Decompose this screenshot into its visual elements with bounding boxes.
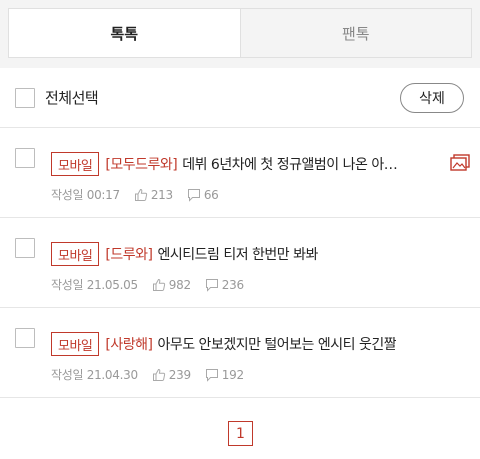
mobile-badge: 모바일 — [51, 242, 100, 266]
post-checkbox[interactable] — [15, 238, 35, 258]
like-count: 213 — [150, 187, 173, 202]
image-icon — [450, 154, 470, 171]
post-date: 작성일 00:17 — [51, 188, 120, 202]
comment-icon — [205, 278, 218, 292]
tab-fantok[interactable]: 팬톡 — [239, 9, 471, 57]
list-item: 모바일 [모두드루와] 데뷔 6년차에 첫 정규앨범이 나온 아… 작성일 00… — [0, 128, 480, 218]
mobile-badge: 모바일 — [51, 332, 100, 356]
page-number-current[interactable]: 1 — [228, 421, 253, 446]
list-item: 모바일 [사랑해] 아무도 안보겠지만 털어보는 엔시티 웃긴짤 작성일 21.… — [0, 308, 480, 398]
post-category: [사랑해] — [105, 337, 153, 353]
thumbs-up-icon — [134, 188, 147, 201]
post-title-link[interactable]: 모바일 [사랑해] 아무도 안보겠지만 털어보는 엔시티 웃긴짤 — [51, 331, 396, 357]
post-checkbox[interactable] — [15, 148, 35, 168]
post-date: 작성일 21.04.30 — [51, 368, 138, 382]
post-meta: 작성일 21.05.05 982 236 — [51, 276, 244, 293]
mobile-badge: 모바일 — [51, 152, 100, 176]
post-checkbox[interactable] — [15, 328, 35, 348]
post-title: 엔시티드림 티저 한번만 봐봐 — [157, 247, 318, 263]
post-title-link[interactable]: 모바일 [드루와] 엔시티드림 티저 한번만 봐봐 — [51, 241, 318, 267]
tab-toktok[interactable]: 톡톡 — [9, 9, 240, 57]
comment-count: 192 — [221, 367, 244, 382]
select-all-label: 전체선택 — [45, 89, 99, 107]
post-category: [모두드루와] — [105, 157, 178, 173]
list-toolbar: 전체선택 삭제 — [0, 68, 480, 128]
delete-button[interactable]: 삭제 — [400, 83, 464, 113]
list-item: 모바일 [드루와] 엔시티드림 티저 한번만 봐봐 작성일 21.05.05 9… — [0, 218, 480, 308]
post-meta: 작성일 21.04.30 239 192 — [51, 366, 244, 383]
post-category: [드루와] — [105, 247, 153, 263]
comment-icon — [187, 188, 200, 202]
comment-count: 66 — [203, 187, 219, 202]
post-title: 아무도 안보겠지만 털어보는 엔시티 웃긴짤 — [157, 337, 397, 353]
like-count: 239 — [168, 367, 191, 382]
post-title-link[interactable]: 모바일 [모두드루와] 데뷔 6년차에 첫 정규앨범이 나온 아… — [51, 151, 397, 177]
thumbs-up-icon — [152, 368, 165, 381]
post-meta: 작성일 00:17 213 66 — [51, 186, 219, 203]
tab-bar: 톡톡 팬톡 — [8, 8, 472, 58]
select-all-checkbox[interactable] — [15, 88, 35, 108]
post-title: 데뷔 6년차에 첫 정규앨범이 나온 아… — [182, 157, 398, 173]
comment-count: 236 — [221, 277, 244, 292]
tab-bar-container: 톡톡 팬톡 — [0, 0, 480, 68]
thumbs-up-icon — [152, 278, 165, 291]
comment-icon — [205, 368, 218, 382]
post-date: 작성일 21.05.05 — [51, 278, 138, 292]
like-count: 982 — [168, 277, 191, 292]
